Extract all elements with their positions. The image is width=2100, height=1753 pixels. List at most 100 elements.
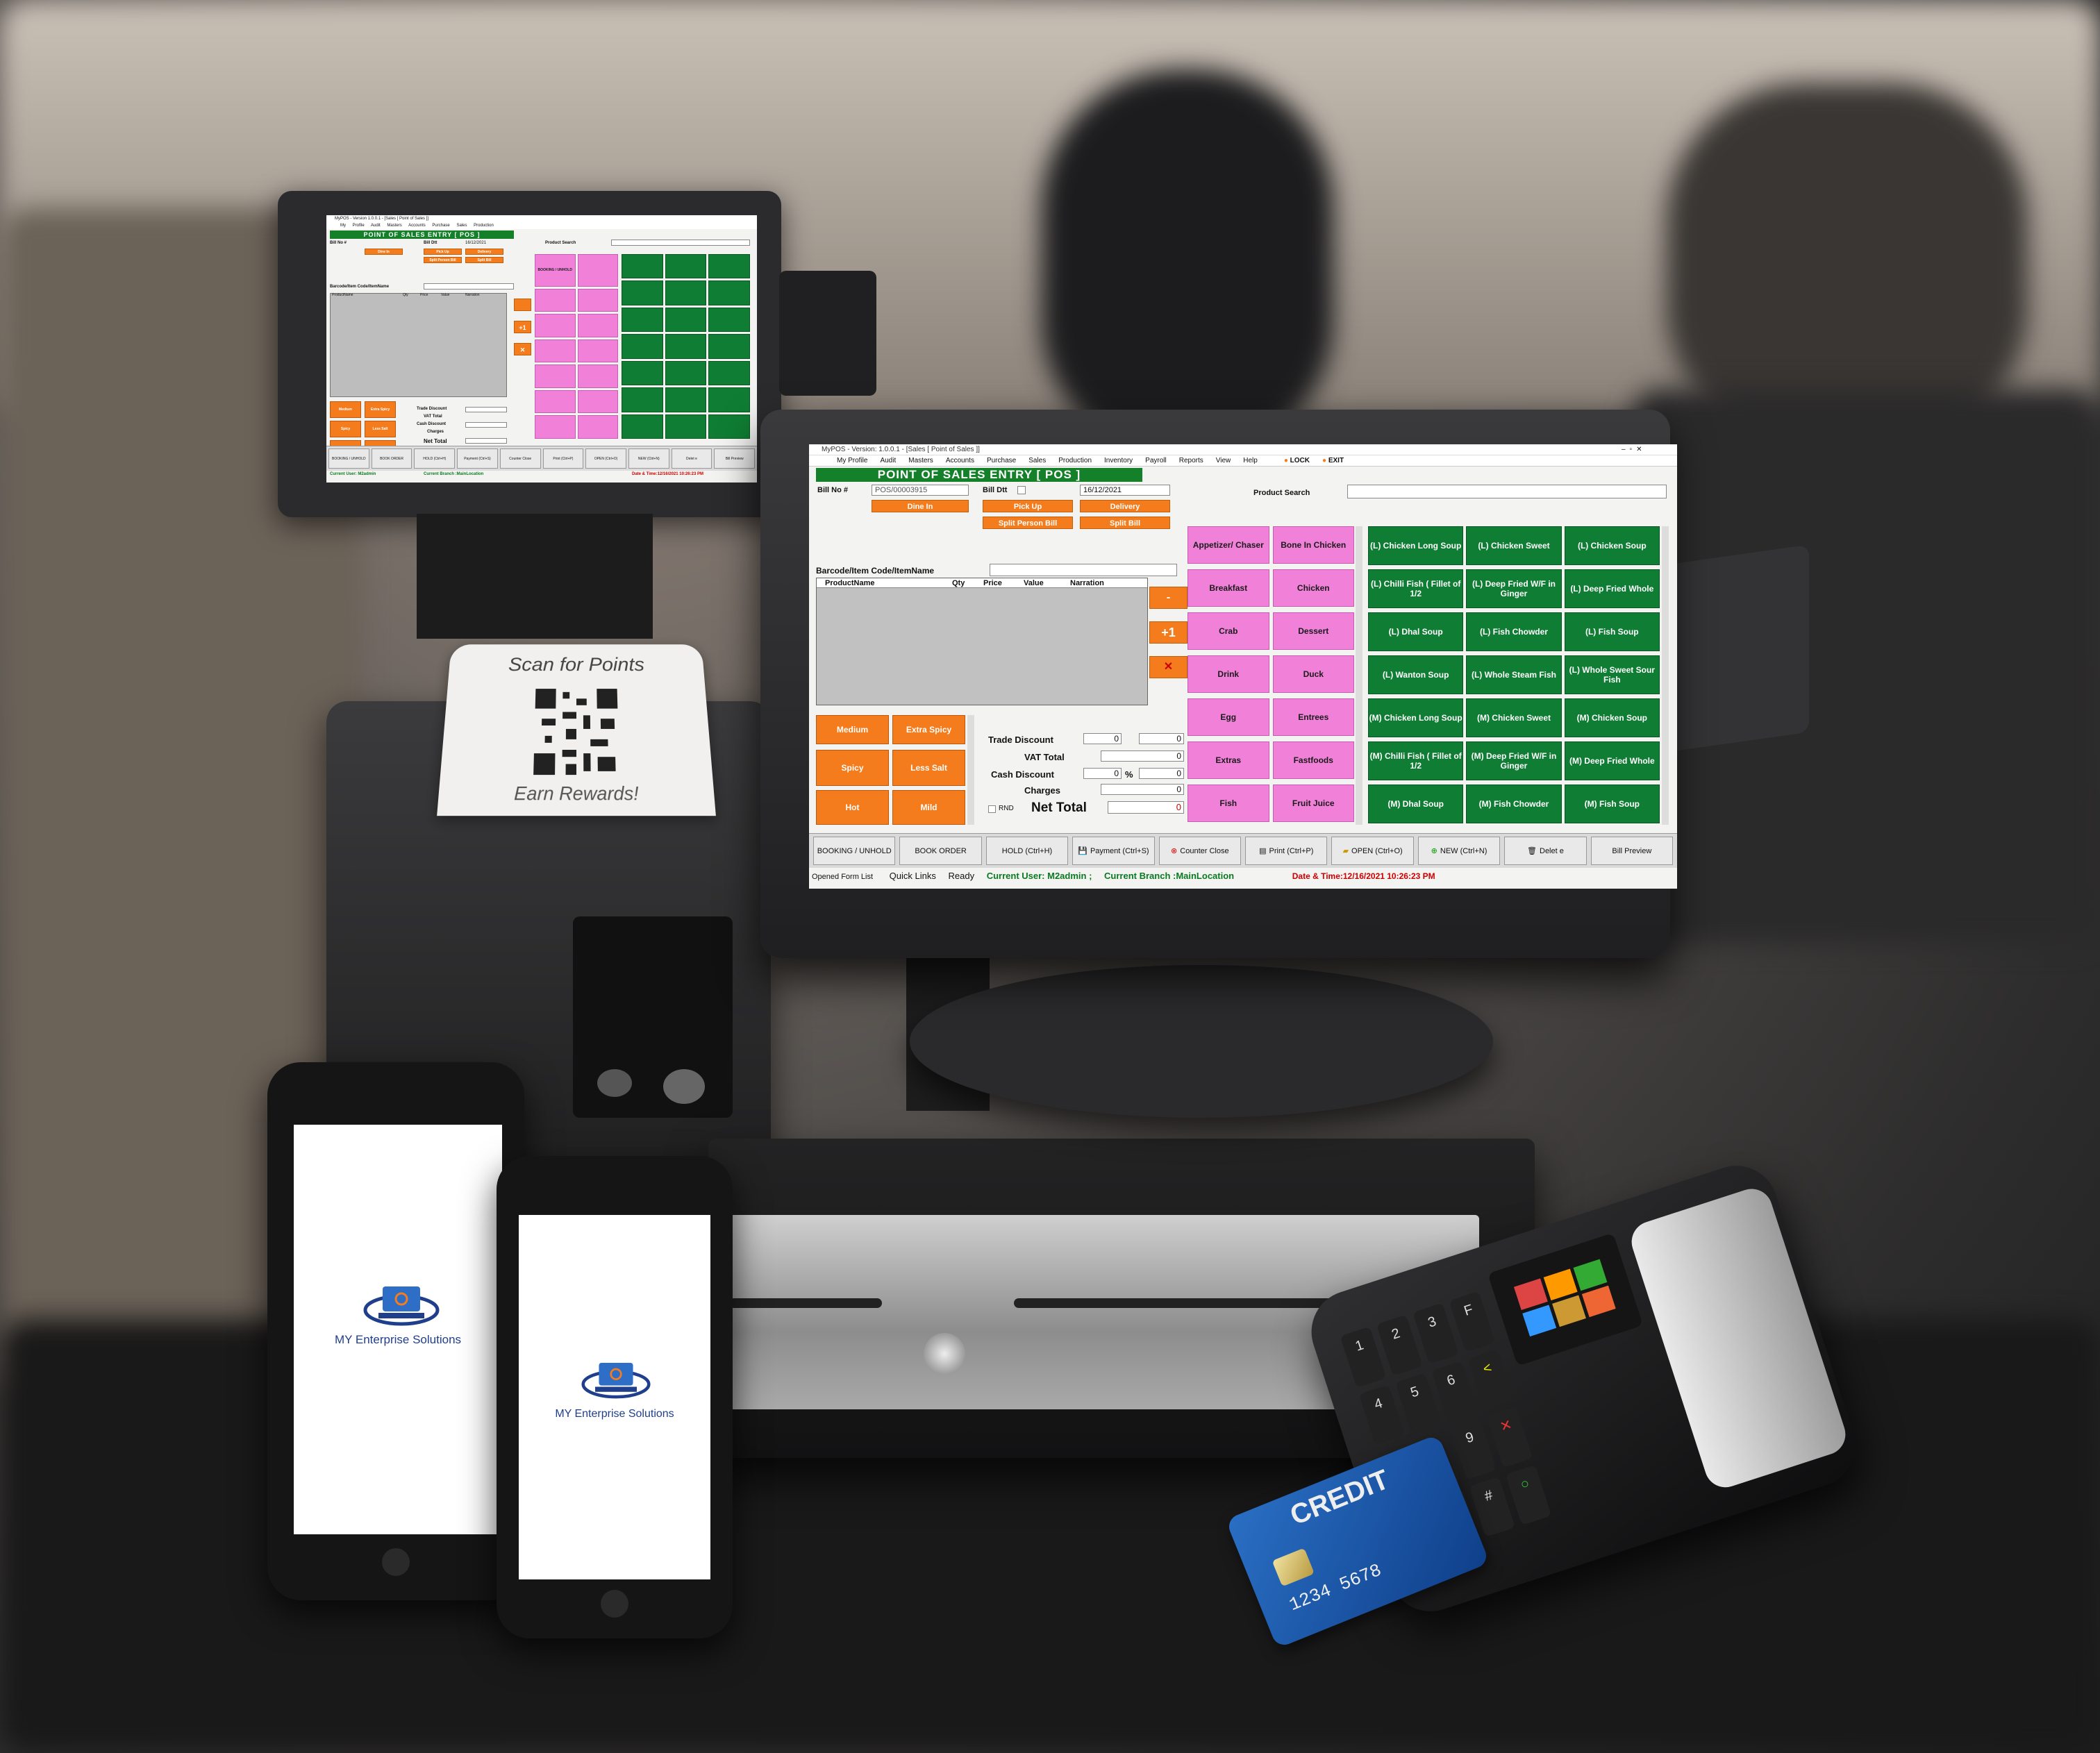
small-spicy-button[interactable]: Spicy [330,421,361,437]
small-item-button[interactable] [622,254,663,278]
drawer-lock-icon[interactable] [924,1333,965,1375]
category-breakfast[interactable]: Breakfast [1188,569,1269,607]
small-category-button[interactable] [578,254,619,287]
small-menu-item[interactable]: Accounts [408,224,426,228]
item-button[interactable]: (L) Chicken Long Soup [1368,526,1463,565]
small-item-button[interactable] [708,414,750,439]
category-fish[interactable]: Fish [1188,785,1269,822]
lock-button[interactable]: ● LOCK [1284,455,1310,466]
category-extras[interactable]: Extras [1188,741,1269,779]
item-button[interactable]: (M) Chicken Soup [1565,698,1660,737]
menu-masters[interactable]: Masters [908,455,933,466]
small-extra-spicy-button[interactable]: Extra Spicy [365,401,396,418]
item-button[interactable]: (L) Dhal Soup [1368,612,1463,651]
small-category-button[interactable] [535,289,576,312]
phone-home-button[interactable] [601,1590,628,1618]
small-item-button[interactable] [622,387,663,412]
menu-sales[interactable]: Sales [1028,455,1046,466]
small-item-button[interactable] [708,308,750,332]
menu-help[interactable]: Help [1243,455,1258,466]
menu-payroll[interactable]: Payroll [1145,455,1167,466]
modifier-mild-button[interactable]: Mild [892,790,965,825]
small-less-salt-button[interactable]: Less Salt [365,421,396,437]
new-button[interactable]: ⊕ NEW (Ctrl+N) [1418,837,1500,865]
item-button[interactable]: (M) Chicken Sweet [1466,698,1561,737]
small-item-button[interactable] [708,387,750,412]
item-button[interactable]: (M) Fish Chowder [1466,785,1561,823]
small-toolbar-button[interactable]: BOOK ORDER [372,448,412,469]
keypad-key[interactable]: < [1468,1349,1515,1410]
small-toolbar-button[interactable]: Bill Preview [714,448,755,469]
item-button[interactable]: (L) Whole Steam Fish [1466,655,1561,694]
menu-reports[interactable]: Reports [1179,455,1203,466]
modifier-scrollbar[interactable] [967,715,974,825]
item-button[interactable]: (M) Chilli Fish ( Fillet of 1/2 [1368,741,1463,780]
small-delete-line-button[interactable]: ✕ [514,343,531,355]
item-button[interactable]: (L) Fish Soup [1565,612,1660,651]
menu-purchase[interactable]: Purchase [987,455,1016,466]
small-item-button[interactable] [708,334,750,358]
small-dine-in-button[interactable]: Dine In [365,249,403,255]
rnd-checkbox[interactable] [988,805,996,813]
small-product-search-input[interactable] [611,240,750,246]
keypad-key[interactable]: F [1449,1291,1495,1352]
small-barcode-input[interactable] [424,283,514,290]
qty-plus-button[interactable]: +1 [1149,621,1188,644]
modifier-extra-spicy-button[interactable]: Extra Spicy [892,715,965,744]
dine-in-button[interactable]: Dine In [872,500,969,512]
print-button[interactable]: ▤ Print (Ctrl+P) [1245,837,1327,865]
category-egg[interactable]: Egg [1188,698,1269,736]
item-button[interactable]: (L) Chicken Soup [1565,526,1660,565]
category-crab[interactable]: Crab [1188,612,1269,650]
category-entrees[interactable]: Entrees [1273,698,1355,736]
barcode-input[interactable] [990,564,1177,576]
keypad-key[interactable]: ✕ [1487,1407,1533,1468]
small-category-button[interactable] [535,314,576,337]
small-item-button[interactable] [708,361,750,385]
small-item-button[interactable] [665,280,707,305]
window-controls[interactable]: –▫✕ [1622,446,1647,453]
small-split-bill-button[interactable]: Split Bill [465,257,503,263]
charges-field[interactable]: 0 [1101,784,1184,795]
small-item-button[interactable] [622,334,663,358]
item-button[interactable]: (M) Deep Fried Whole [1565,741,1660,780]
category-fruit-juice[interactable]: Fruit Juice [1273,785,1355,822]
modifier-spicy-button[interactable]: Spicy [816,750,889,786]
quick-links[interactable]: Quick Links [890,871,936,881]
small-category-button[interactable] [578,289,619,312]
printer-power-button[interactable] [597,1069,632,1097]
payment-button[interactable]: 💾 Payment (Ctrl+S) [1072,837,1154,865]
small-menu-item[interactable]: Purchase [432,224,449,228]
keypad-key[interactable]: ○ [1506,1464,1552,1525]
open-button[interactable]: ▰ OPEN (Ctrl+O) [1331,837,1413,865]
item-button[interactable]: (L) Whole Sweet Sour Fish [1565,655,1660,694]
small-minus-button[interactable] [514,299,531,311]
qty-minus-button[interactable]: - [1149,587,1188,609]
category-duck[interactable]: Duck [1273,655,1355,693]
exit-button[interactable]: ● EXIT [1322,455,1344,466]
category-appetizer[interactable]: Appetizer/ Chaser [1188,526,1269,564]
small-cash-field[interactable] [465,422,507,428]
item-button[interactable]: (M) Dhal Soup [1368,785,1463,823]
small-category-button[interactable] [578,415,619,439]
cash-discount-amount[interactable]: 0 [1139,768,1184,779]
small-toolbar-button[interactable]: Payment (Ctrl+S) [457,448,498,469]
small-item-button[interactable] [622,414,663,439]
small-item-button[interactable] [665,361,707,385]
booking-unhold-button[interactable]: BOOKING / UNHOLD [813,837,895,865]
category-bone-in-chicken[interactable]: Bone In Chicken [1273,526,1355,564]
phone-home-button[interactable] [382,1548,410,1576]
item-button[interactable]: (L) Wanton Soup [1368,655,1463,694]
small-category-button[interactable] [535,415,576,439]
small-item-button[interactable] [665,254,707,278]
category-chicken[interactable]: Chicken [1273,569,1355,607]
small-toolbar-button[interactable]: Counter Close [500,448,541,469]
modifier-less-salt-button[interactable]: Less Salt [892,750,965,786]
trade-discount-field[interactable]: 0 [1083,733,1122,744]
opened-form-list[interactable]: Opened Form List [812,873,873,881]
small-toolbar-button[interactable]: HOLD (Ctrl+H) [414,448,455,469]
bill-no-field[interactable]: POS/00003915 [872,485,969,496]
menu-view[interactable]: View [1216,455,1231,466]
small-item-button[interactable] [708,254,750,278]
menu-audit[interactable]: Audit [880,455,896,466]
